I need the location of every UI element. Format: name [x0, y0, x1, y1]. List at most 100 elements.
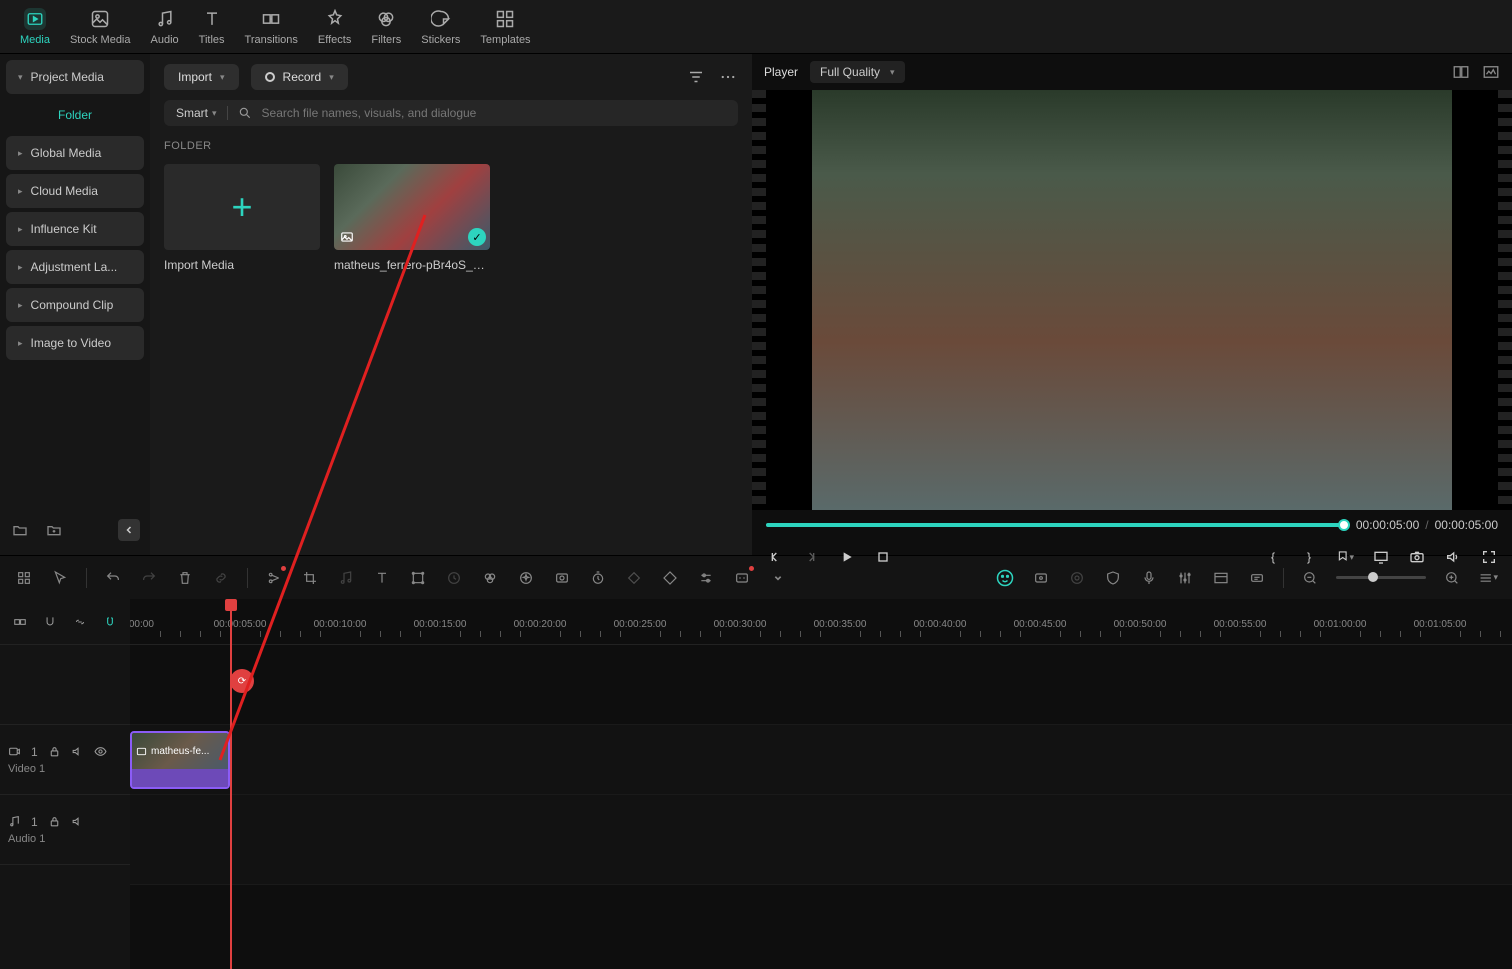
- record-vo-button[interactable]: [1031, 568, 1051, 588]
- prev-frame-button[interactable]: [766, 548, 784, 566]
- link-button[interactable]: [211, 568, 231, 588]
- snapshot-button[interactable]: [1408, 548, 1426, 566]
- zoom-in-button[interactable]: [1442, 568, 1462, 588]
- undo-button[interactable]: [103, 568, 123, 588]
- mic-button[interactable]: [1139, 568, 1159, 588]
- ai-enhance-button[interactable]: [516, 568, 536, 588]
- tab-titles[interactable]: Titles: [199, 8, 225, 46]
- tab-stickers[interactable]: Stickers: [421, 8, 460, 46]
- media-item[interactable]: ✓ matheus_ferrero-pBr4oS_a2...: [334, 164, 490, 272]
- sidebar-adjustment-layer[interactable]: ▸Adjustment La...: [6, 250, 144, 284]
- scopes-icon[interactable]: [1482, 63, 1500, 81]
- text-button[interactable]: [372, 568, 392, 588]
- shield-button[interactable]: [1103, 568, 1123, 588]
- mark-out-button[interactable]: }: [1300, 548, 1318, 566]
- ai-assistant-button[interactable]: [995, 568, 1015, 588]
- filter-icon[interactable]: [686, 67, 706, 87]
- color-button[interactable]: [480, 568, 500, 588]
- stop-button[interactable]: [874, 548, 892, 566]
- adjust-button[interactable]: [696, 568, 716, 588]
- keyframe-button[interactable]: [624, 568, 644, 588]
- redo-button[interactable]: [139, 568, 159, 588]
- mute-icon[interactable]: [71, 815, 84, 828]
- caption-button[interactable]: [732, 568, 752, 588]
- delete-button[interactable]: [175, 568, 195, 588]
- collapse-sidebar-button[interactable]: [118, 519, 140, 541]
- record-icon: [265, 72, 275, 82]
- preview-viewport[interactable]: [752, 90, 1512, 510]
- track-view-button[interactable]: ▾: [1478, 568, 1498, 588]
- record-button[interactable]: Record▾: [251, 64, 348, 90]
- tab-templates[interactable]: Templates: [480, 8, 530, 46]
- audio-icon: [154, 8, 176, 30]
- duration-button[interactable]: [588, 568, 608, 588]
- tab-audio[interactable]: Audio: [151, 8, 179, 46]
- playhead-knob-icon[interactable]: ⟳: [230, 669, 254, 693]
- tab-transitions[interactable]: Transitions: [245, 8, 298, 46]
- more-icon[interactable]: [718, 67, 738, 87]
- magnetic-icon[interactable]: [100, 612, 120, 632]
- link-tracks-icon[interactable]: [70, 612, 90, 632]
- sidebar-global-media[interactable]: ▸Global Media: [6, 136, 144, 170]
- zoom-knob[interactable]: [1368, 572, 1378, 582]
- fullscreen-button[interactable]: [1480, 548, 1498, 566]
- lock-icon[interactable]: [48, 815, 61, 828]
- sidebar-folder[interactable]: Folder: [6, 98, 144, 132]
- zoom-out-button[interactable]: [1300, 568, 1320, 588]
- track-content[interactable]: :00:0000:00:05:0000:00:10:0000:00:15:000…: [130, 599, 1512, 969]
- marker-dropdown[interactable]: ▾: [1336, 548, 1354, 566]
- tab-media[interactable]: Media: [20, 8, 50, 46]
- tab-stock-media[interactable]: Stock Media: [70, 8, 131, 46]
- visibility-icon[interactable]: [94, 745, 107, 758]
- new-folder-icon[interactable]: [10, 520, 30, 540]
- cursor-tool-icon[interactable]: [50, 568, 70, 588]
- split-button[interactable]: [264, 568, 284, 588]
- audio-edit-button[interactable]: [336, 568, 356, 588]
- next-frame-button[interactable]: [802, 548, 820, 566]
- mixer-button[interactable]: [1175, 568, 1195, 588]
- audio-track[interactable]: [130, 795, 1512, 885]
- sidebar-compound-clip[interactable]: ▸Compound Clip: [6, 288, 144, 322]
- chevron-right-icon: ▸: [18, 224, 23, 235]
- zoom-slider[interactable]: [1336, 576, 1426, 579]
- sidebar-image-to-video[interactable]: ▸Image to Video: [6, 326, 144, 360]
- lock-icon[interactable]: [48, 745, 61, 758]
- compare-view-icon[interactable]: [1452, 63, 1470, 81]
- timeline-clip[interactable]: matheus-fe...: [130, 731, 230, 789]
- select-tool-icon[interactable]: [14, 568, 34, 588]
- volume-button[interactable]: [1444, 548, 1462, 566]
- mark-in-button[interactable]: {: [1264, 548, 1282, 566]
- time-ruler[interactable]: :00:0000:00:05:0000:00:10:0000:00:15:000…: [130, 599, 1512, 645]
- smart-search-dropdown[interactable]: Smart▾: [176, 106, 228, 120]
- video-track[interactable]: matheus-fe...: [130, 725, 1512, 795]
- speed-button[interactable]: [444, 568, 464, 588]
- crop-button[interactable]: [300, 568, 320, 588]
- play-button[interactable]: [838, 548, 856, 566]
- search-input[interactable]: [262, 106, 726, 120]
- transform-button[interactable]: [408, 568, 428, 588]
- more-tools-button[interactable]: [768, 568, 788, 588]
- quality-dropdown[interactable]: Full Quality▾: [810, 61, 905, 83]
- audio-track-header[interactable]: 1 Audio 1: [0, 795, 130, 865]
- motion-button[interactable]: [1067, 568, 1087, 588]
- layout-button[interactable]: [1211, 568, 1231, 588]
- snap-icon[interactable]: [40, 612, 60, 632]
- folder-plus-icon[interactable]: [44, 520, 64, 540]
- render-button[interactable]: [1247, 568, 1267, 588]
- mute-icon[interactable]: [71, 745, 84, 758]
- tab-filters[interactable]: Filters: [371, 8, 401, 46]
- progress-knob-icon[interactable]: [1338, 519, 1350, 531]
- mask-button[interactable]: [552, 568, 572, 588]
- video-track-header[interactable]: 1 Video 1: [0, 725, 130, 795]
- display-settings-icon[interactable]: [1372, 548, 1390, 566]
- import-button[interactable]: Import▾: [164, 64, 239, 90]
- tag-button[interactable]: [660, 568, 680, 588]
- tab-effects[interactable]: Effects: [318, 8, 351, 46]
- auto-ripple-icon[interactable]: [10, 612, 30, 632]
- sidebar-influence-kit[interactable]: ▸Influence Kit: [6, 212, 144, 246]
- import-media-tile[interactable]: + Import Media: [164, 164, 320, 272]
- sidebar-cloud-media[interactable]: ▸Cloud Media: [6, 174, 144, 208]
- playhead[interactable]: [230, 599, 232, 969]
- player-progress-bar[interactable]: [766, 523, 1344, 527]
- sidebar-project-media[interactable]: ▾Project Media: [6, 60, 144, 94]
